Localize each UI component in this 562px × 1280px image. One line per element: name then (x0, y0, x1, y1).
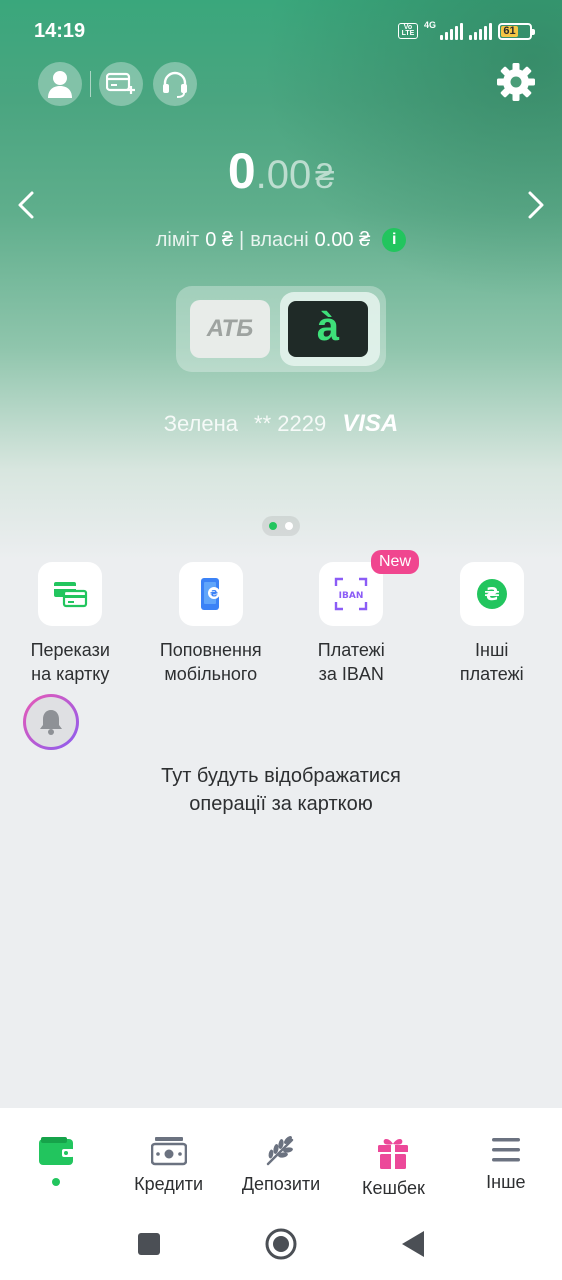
volte-icon: Vo LTE (397, 23, 418, 39)
action-mobile-topup[interactable]: ₴ Поповнення мобільного (141, 562, 282, 686)
back-icon[interactable] (401, 1230, 425, 1258)
svg-text:₴: ₴ (484, 584, 499, 605)
balance-decimals: .00 (255, 153, 312, 197)
top-actions (38, 62, 197, 106)
gear-icon[interactable] (496, 62, 536, 102)
card-name: Зелена (163, 411, 239, 436)
bottom-tab-bar: Кредити Депозити Кешбек Інше (0, 1108, 562, 1208)
limit-value: 0 ₴ (205, 228, 233, 251)
own-value: 0.00 ₴ (314, 228, 371, 251)
active-tab-dot (52, 1178, 61, 1186)
action-iban-payments[interactable]: IBAN New Платежі за IBAN (281, 550, 422, 686)
card-transfer-icon (54, 582, 88, 608)
headset-icon (163, 71, 187, 98)
card-switcher: АТБ à (176, 286, 386, 372)
limit-separator: | (239, 228, 245, 251)
status-time: 14:19 (34, 19, 86, 42)
action-label: Інші платежі (459, 640, 524, 684)
atb-card-button[interactable]: АТБ (190, 300, 270, 358)
chevron-left-icon[interactable] (12, 188, 42, 222)
tab-credits[interactable]: Кредити (112, 1108, 224, 1208)
page-dot (285, 522, 293, 530)
card-mask: ** 2229 (254, 411, 327, 436)
cash-icon (150, 1137, 187, 1166)
hryvnia-icon: ₴ (476, 579, 507, 609)
balance-integer: 0 (227, 143, 256, 199)
page-indicator (262, 516, 300, 536)
svg-text:₴: ₴ (210, 590, 218, 600)
tab-label: Кредити (134, 1174, 204, 1194)
tab-deposits[interactable]: Депозити (225, 1108, 337, 1208)
add-card-button[interactable] (99, 62, 143, 106)
signal-icon-2 (469, 22, 492, 40)
svg-text:IBAN: IBAN (339, 591, 364, 601)
action-label: Платежі за IBAN (317, 640, 385, 684)
action-other-payments[interactable]: ₴ Інші платежі (422, 562, 562, 686)
quick-actions: Перекази на картку ₴ Поповнення мобільно… (0, 550, 562, 686)
action-label: Перекази на картку (30, 640, 110, 684)
battery-icon: 61 (498, 22, 535, 40)
action-card-transfer[interactable]: Перекази на картку (0, 562, 141, 686)
limit-label: ліміт (155, 228, 200, 251)
own-label: власні (250, 228, 309, 251)
home-icon[interactable] (265, 1228, 297, 1260)
add-card-icon (106, 72, 135, 94)
bell-icon (40, 710, 62, 735)
iban-icon: IBAN (335, 577, 368, 611)
system-nav-bar (0, 1208, 562, 1280)
balance: 0.00 ₴ (0, 142, 562, 200)
a-card-selected[interactable]: à (280, 292, 380, 366)
tab-cards[interactable] (0, 1108, 112, 1208)
action-label: Поповнення мобільного (159, 640, 262, 684)
phone-topup-icon: ₴ (200, 578, 220, 610)
limit-info: ліміт 0 ₴ | власні 0.00 ₴ i (0, 228, 562, 252)
balance-currency: ₴ (315, 158, 335, 196)
support-button[interactable] (153, 62, 197, 106)
new-badge: New (371, 550, 420, 574)
empty-state-text: Тут будуть відображатися операції за кар… (161, 765, 401, 815)
gift-icon (378, 1139, 409, 1169)
wallet-icon (39, 1137, 75, 1165)
notifications-button[interactable] (23, 694, 79, 750)
chevron-right-icon[interactable] (520, 188, 550, 222)
tab-label: Кешбек (361, 1178, 425, 1198)
tab-cashback[interactable]: Кешбек (337, 1108, 449, 1208)
menu-icon (491, 1138, 520, 1162)
tab-label: Депозити (241, 1174, 321, 1194)
page-dot-active (269, 522, 277, 530)
visa-logo: VISA (342, 410, 399, 437)
wheat-icon (266, 1136, 294, 1166)
a-bank-logo: à (288, 301, 368, 357)
network-type: 4G (423, 20, 436, 30)
signal-icon (440, 22, 463, 40)
recents-icon[interactable] (137, 1232, 161, 1256)
card-details: Зелена ** 2229 VISA (0, 410, 562, 438)
divider (90, 71, 91, 97)
tab-more[interactable]: Інше (450, 1108, 562, 1208)
status-bar: 14:19 Vo LTE 4G 61 (34, 18, 535, 44)
battery-level: 61 (501, 25, 519, 37)
tab-label: Інше (486, 1172, 526, 1192)
info-icon[interactable]: i (382, 228, 407, 252)
user-icon (48, 71, 72, 98)
profile-button[interactable] (38, 62, 82, 106)
